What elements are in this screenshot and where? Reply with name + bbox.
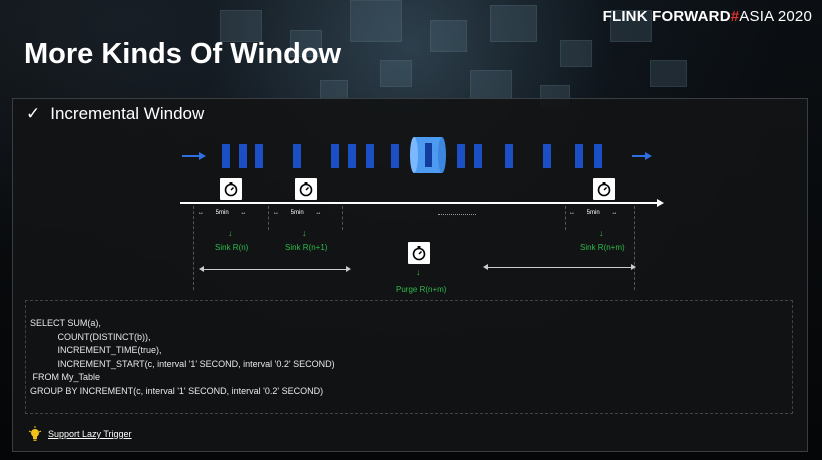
window-boundary bbox=[193, 206, 194, 290]
event-block bbox=[255, 144, 263, 168]
lazy-trigger-note: Support Lazy Trigger bbox=[28, 426, 132, 442]
segment-1: ↔ 5min ↔ bbox=[198, 210, 247, 216]
event-block bbox=[505, 144, 513, 168]
event-block bbox=[293, 144, 301, 168]
range-arrow-left bbox=[199, 266, 351, 272]
event-block bbox=[239, 144, 247, 168]
ellipsis-dots bbox=[438, 214, 476, 215]
window-boundary bbox=[565, 206, 566, 230]
time-axis bbox=[180, 199, 664, 207]
down-arrow-icon: ↓ bbox=[416, 267, 421, 277]
stream-in-arrow bbox=[182, 152, 206, 160]
range-arrow-right bbox=[483, 264, 636, 270]
sql-code: SELECT SUM(a), COUNT(DISTINCT(b)), INCRE… bbox=[30, 318, 335, 396]
down-arrow-icon: ↓ bbox=[302, 228, 307, 238]
event-block bbox=[366, 144, 374, 168]
sink-label: Sink R(n+1) bbox=[285, 243, 328, 252]
event-block bbox=[543, 144, 551, 168]
sink-label: Sink R(n) bbox=[215, 243, 249, 252]
segment-3: ↔ 5min ↔ bbox=[569, 210, 618, 216]
event-block bbox=[457, 144, 465, 168]
event-block bbox=[391, 144, 399, 168]
lazy-trigger-link[interactable]: Support Lazy Trigger bbox=[48, 429, 132, 439]
event-block bbox=[575, 144, 583, 168]
stopwatch-icon bbox=[295, 178, 317, 200]
stopwatch-icon bbox=[220, 178, 242, 200]
down-arrow-icon: ↓ bbox=[599, 228, 604, 238]
sink-label: Sink R(n+m) bbox=[580, 243, 625, 252]
stopwatch-icon bbox=[408, 242, 430, 264]
brand-logo: FLINK FORWARD#ASIA 2020 bbox=[602, 8, 812, 25]
window-state-cylinder bbox=[410, 137, 446, 173]
event-block bbox=[474, 144, 482, 168]
stream-out-arrow bbox=[632, 152, 652, 160]
event-block bbox=[331, 144, 339, 168]
segment-2: ↔ 5min ↔ bbox=[273, 210, 322, 216]
event-block bbox=[348, 144, 356, 168]
event-block bbox=[222, 144, 230, 168]
window-boundary bbox=[268, 206, 269, 230]
stopwatch-icon bbox=[593, 178, 615, 200]
lightbulb-icon bbox=[28, 426, 42, 441]
purge-label: Purge R(n+m) bbox=[396, 285, 447, 294]
subheading-text: Incremental Window bbox=[50, 104, 205, 123]
slide-title: More Kinds Of Window bbox=[24, 38, 342, 70]
down-arrow-icon: ↓ bbox=[228, 228, 233, 238]
event-block bbox=[594, 144, 602, 168]
window-boundary bbox=[634, 206, 635, 290]
window-boundary bbox=[342, 206, 343, 230]
check-icon: ✓ bbox=[26, 104, 41, 123]
subheading: ✓ Incremental Window bbox=[26, 104, 204, 124]
